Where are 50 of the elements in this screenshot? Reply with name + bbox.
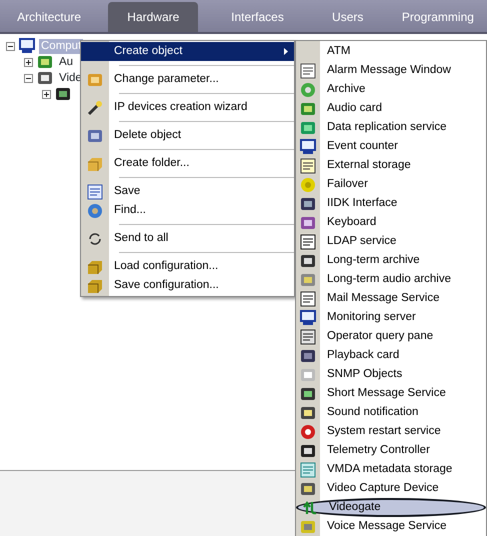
tree-item[interactable]: Au	[57, 54, 76, 70]
menu-item[interactable]: Load configuration...	[81, 257, 294, 276]
list-icon	[300, 62, 316, 78]
computer-icon	[300, 310, 316, 326]
menu-item[interactable]: Data replication service	[296, 118, 486, 137]
expand-icon[interactable]	[24, 58, 33, 66]
menu-item[interactable]: Short Message Service	[296, 384, 486, 403]
menu-item[interactable]: Sound notification	[296, 403, 486, 422]
menu-item[interactable]: Archive	[296, 80, 486, 99]
collapse-icon[interactable]	[24, 74, 33, 82]
menu-item[interactable]: Video Capture Device	[296, 479, 486, 498]
collapse-icon[interactable]	[6, 42, 15, 50]
menu-item[interactable]: Save configuration...	[81, 276, 294, 295]
menu-item[interactable]: Voice Message Service	[296, 517, 486, 536]
expand-icon[interactable]	[42, 90, 51, 98]
menu-item[interactable]: Event counter	[296, 137, 486, 156]
menu-item[interactable]: External storage	[296, 156, 486, 175]
square-icon	[300, 366, 316, 382]
menu-item[interactable]: ATM	[296, 42, 486, 61]
menu-item[interactable]: Operator query pane	[296, 327, 486, 346]
menu-item[interactable]: Change parameter...	[81, 70, 294, 89]
menu-item[interactable]: Audio card	[296, 99, 486, 118]
menu-item[interactable]: Monitoring server	[296, 308, 486, 327]
menu-item[interactable]: System restart service	[296, 422, 486, 441]
menu-item[interactable]: Delete object	[81, 126, 294, 145]
computer-icon	[300, 138, 316, 154]
menu-item[interactable]: Long-term audio archive	[296, 270, 486, 289]
menu-item[interactable]: Save	[81, 182, 294, 201]
menu-item[interactable]: Videogate	[296, 498, 486, 517]
menu-item[interactable]: Create object	[81, 42, 294, 61]
wand-icon	[85, 100, 105, 116]
menu-item[interactable]: Mail Message Service	[296, 289, 486, 308]
menu-item[interactable]: IP devices creation wizard	[81, 98, 294, 117]
arrow-icon	[302, 500, 318, 516]
menu-item[interactable]: Create folder...	[81, 154, 294, 173]
menu-item[interactable]: Alarm Message Window	[296, 61, 486, 80]
menu-item[interactable]: VMDA metadata storage	[296, 460, 486, 479]
menu-item[interactable]: IIDK Interface	[296, 194, 486, 213]
panel-icon	[300, 196, 316, 212]
menu-item[interactable]: LDAP service	[296, 232, 486, 251]
computer-icon	[19, 38, 35, 54]
tab[interactable]: Hardware	[108, 2, 198, 32]
menu-item[interactable]: Failover	[296, 175, 486, 194]
menu-item[interactable]: Keyboard	[296, 213, 486, 232]
menu-item[interactable]: Find...	[81, 201, 294, 220]
menu-item[interactable]: Playback card	[296, 346, 486, 365]
menu-item[interactable]: Telemetry Controller	[296, 441, 486, 460]
menu-item[interactable]: Send to all	[81, 229, 294, 248]
menu-item[interactable]: SNMP Objects	[296, 365, 486, 384]
menu-item[interactable]: Long-term archive	[296, 251, 486, 270]
